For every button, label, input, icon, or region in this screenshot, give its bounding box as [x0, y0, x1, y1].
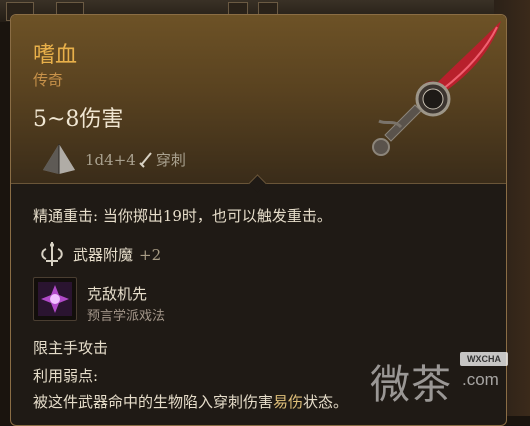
damage-dice: 1d4+4 穿刺	[85, 149, 186, 170]
weakness-desc-prefix: 被这件武器命中的生物陷入穿刺伤害	[33, 393, 274, 411]
piercing-dagger-icon	[139, 151, 152, 168]
weapon-mastery-text: 精通重击: 当你掷出19时，也可以触发重击。	[33, 207, 332, 225]
item-tooltip: 嗜血 传奇 5~8伤害 1d4+4 穿刺 精通重击: 当你掷出19时，也可以触发…	[10, 14, 507, 426]
spell-name: 克敌机先	[87, 285, 148, 303]
weapon-enchant-icon	[41, 242, 63, 266]
enchant-value: +2	[139, 246, 162, 264]
dice-value: 1d4+4	[85, 150, 136, 169]
d4-die-icon	[43, 144, 75, 174]
damage-type: 穿刺	[155, 151, 186, 169]
main-hand-text: 限主手攻击	[33, 339, 109, 357]
weapon-enchantment: 武器附魔 +2	[73, 244, 161, 265]
item-damage: 5~8伤害	[33, 107, 124, 132]
spell-slot[interactable]	[33, 277, 77, 321]
weakness-description: 被这件武器命中的生物陷入穿刺伤害易伤状态。	[33, 391, 348, 412]
spell-rune-icon	[38, 282, 72, 316]
item-rarity: 传奇	[33, 71, 64, 89]
enchant-label: 武器附魔	[73, 246, 134, 264]
dagger-icon	[372, 21, 501, 156]
spell-school: 预言学派戏法	[87, 309, 166, 324]
weakness-desc-suffix: 状态。	[303, 393, 349, 411]
weakness-keyword: 易伤	[273, 393, 304, 411]
weakness-title: 利用弱点:	[33, 367, 99, 385]
item-name: 嗜血	[33, 43, 78, 68]
